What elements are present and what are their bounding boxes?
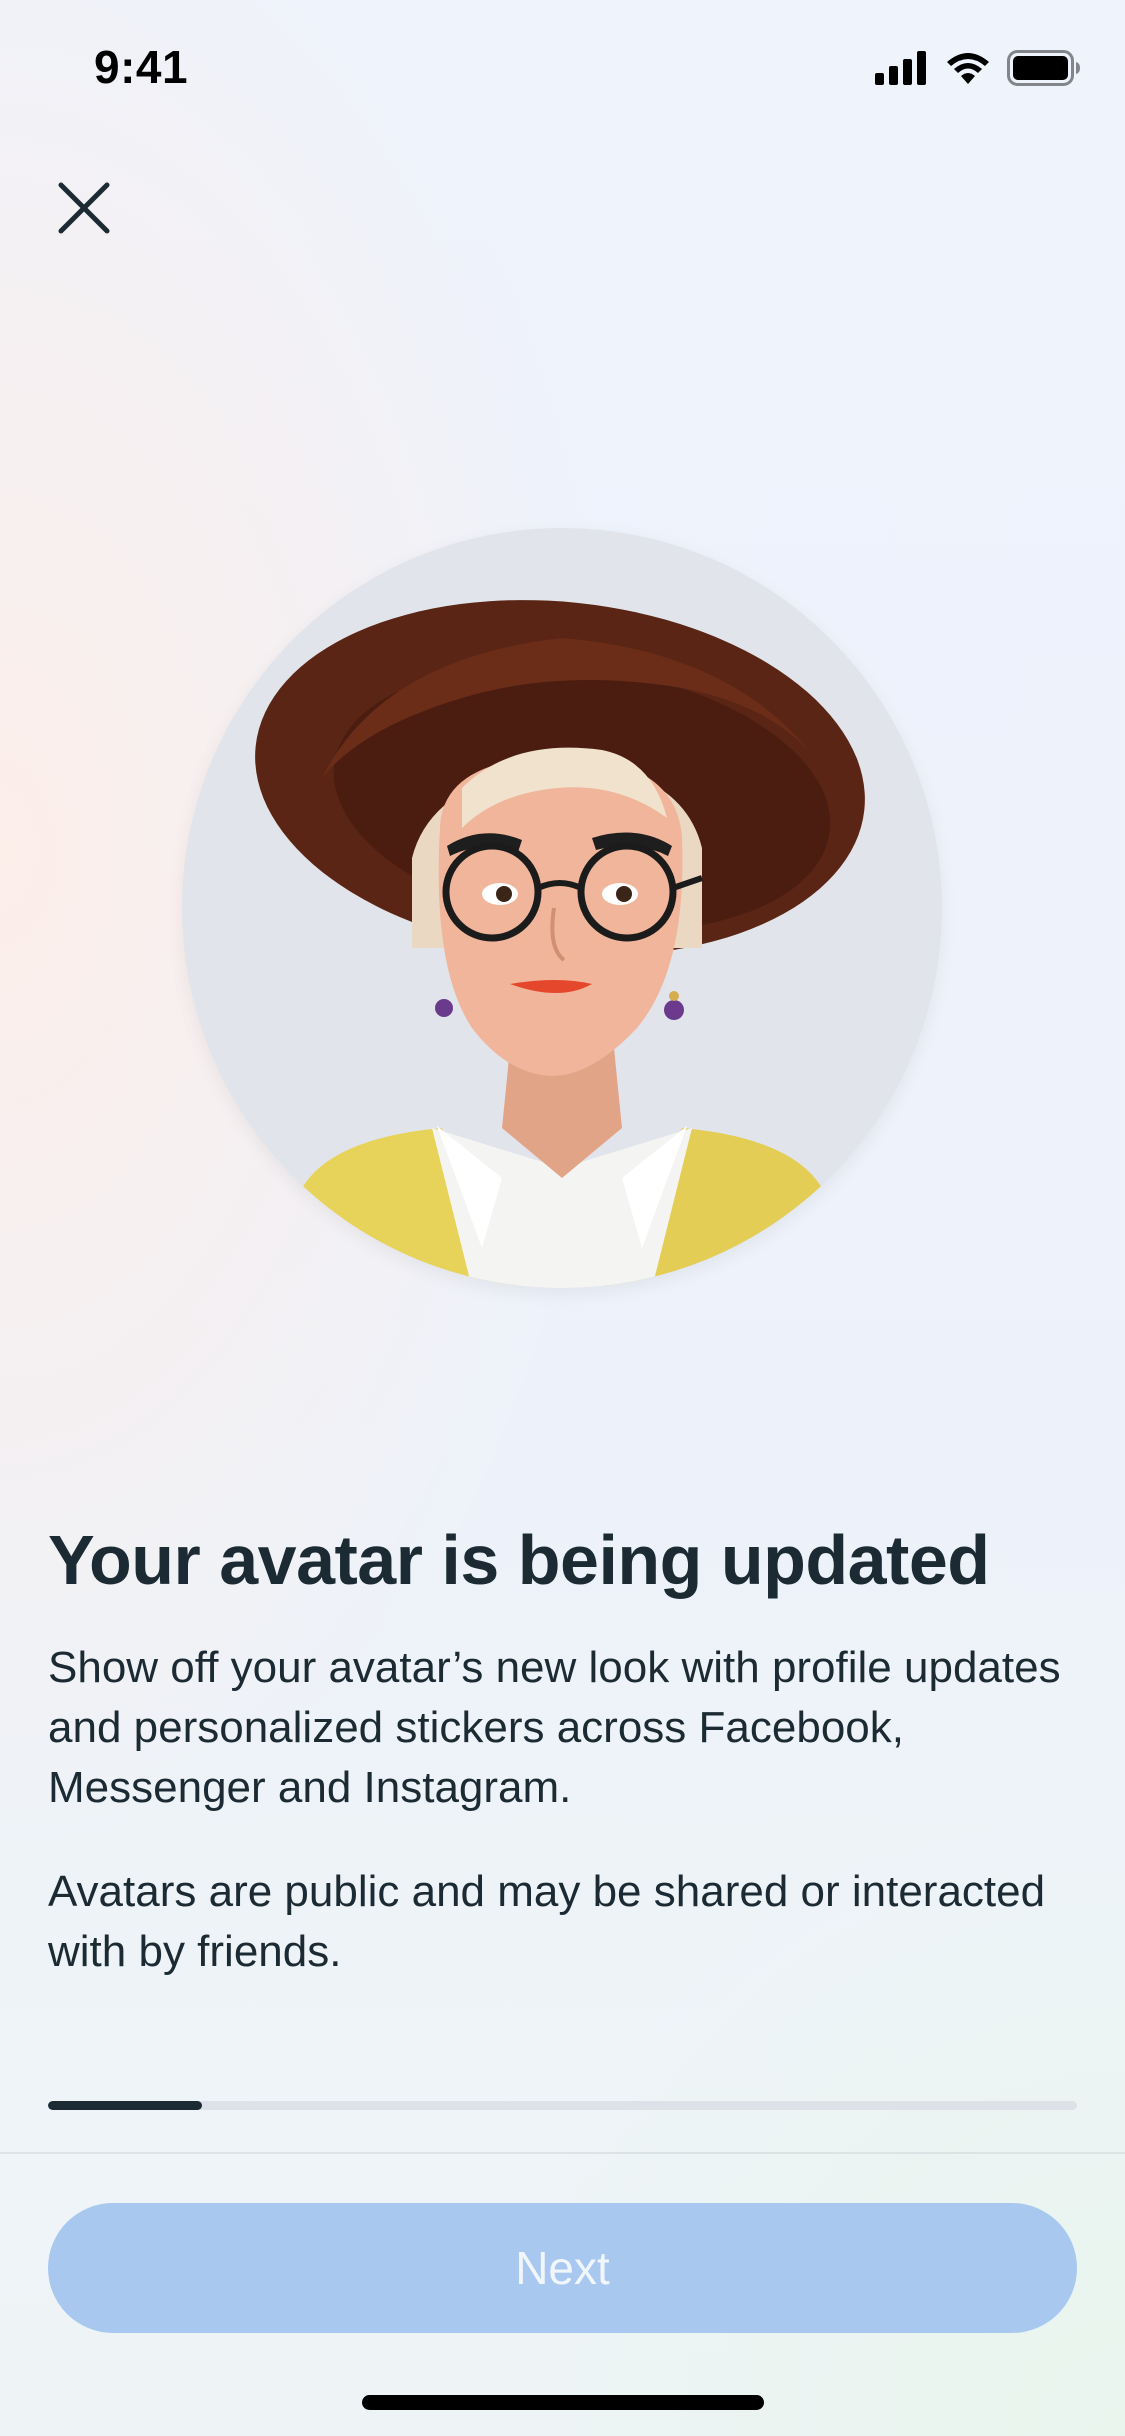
wifi-icon <box>945 51 991 90</box>
next-button[interactable]: Next <box>48 2203 1077 2333</box>
home-indicator[interactable] <box>362 2395 764 2410</box>
avatar-image <box>182 528 942 1288</box>
progress-fill <box>48 2101 203 2110</box>
battery-icon <box>1007 49 1081 91</box>
status-time: 9:41 <box>94 41 189 93</box>
cellular-signal-icon <box>875 50 929 90</box>
description-paragraph: Show off your avatar’s new look with pro… <box>48 1643 1061 1812</box>
page-title: Your avatar is being updated <box>48 1521 990 1599</box>
close-icon <box>58 182 110 239</box>
avatar-illustration <box>255 600 865 1288</box>
status-bar: 9:41 <box>0 0 1125 140</box>
privacy-note: Avatars are public and may be shared or … <box>48 1867 1046 1976</box>
footer-divider <box>0 2152 1125 2154</box>
status-icons <box>875 49 1081 91</box>
progress-bar <box>48 2101 1077 2110</box>
close-button[interactable] <box>44 170 124 250</box>
